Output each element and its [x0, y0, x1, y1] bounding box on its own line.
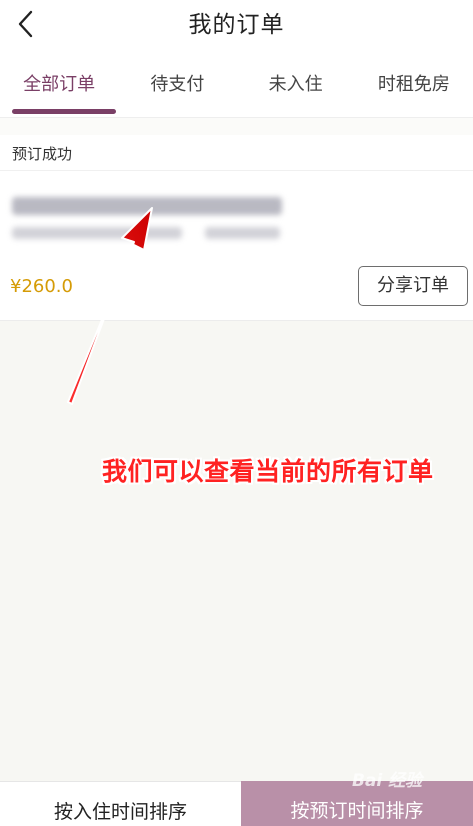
order-tabs: 全部订单 待支付 未入住 时租免房 — [0, 52, 473, 118]
order-status-label: 预订成功 — [12, 145, 73, 163]
watermark: Bai 经验 — [352, 771, 423, 791]
annotation-text: 我们可以查看当前的所有订单 — [102, 457, 434, 486]
order-status-header: 预订成功 — [0, 135, 473, 171]
sort-by-checkin-button[interactable]: 按入住时间排序 — [0, 781, 241, 826]
tab-not-checked-in[interactable]: 未入住 — [237, 52, 355, 117]
room-type-redacted — [205, 227, 280, 239]
app-root: 我的订单 全部订单 待支付 未入住 时租免房 预订成功 ¥260.0 分享订单 … — [0, 0, 473, 826]
share-order-button[interactable]: 分享订单 — [358, 266, 468, 306]
page-title: 我的订单 — [188, 12, 285, 38]
annotation-arrow-icon — [67, 207, 153, 405]
tab-pending-payment[interactable]: 待支付 — [118, 52, 236, 117]
tab-all-orders[interactable]: 全部订单 — [0, 52, 118, 117]
divider — [0, 118, 473, 135]
tab-hourly-rooms[interactable]: 时租免房 — [355, 52, 473, 117]
header-bar: 我的订单 — [0, 0, 473, 52]
